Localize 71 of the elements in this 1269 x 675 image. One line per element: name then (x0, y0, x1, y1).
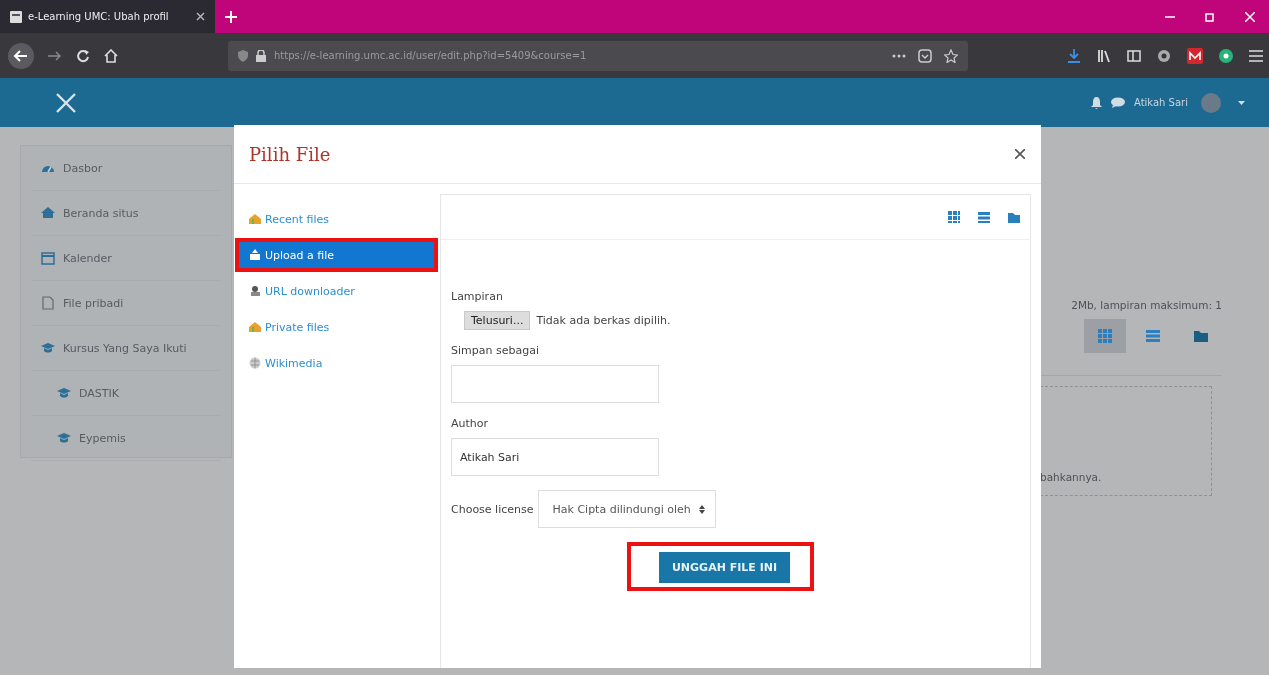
star-icon[interactable] (944, 48, 958, 63)
user-name[interactable]: Atikah Sari (1134, 97, 1188, 108)
repository-item[interactable]: URL downloader (239, 278, 434, 304)
page-icon (10, 10, 22, 23)
plus-icon[interactable] (225, 10, 237, 23)
folder-icon[interactable] (1008, 211, 1020, 223)
extension-icon[interactable] (1187, 47, 1203, 64)
graduation-cap-icon (57, 431, 71, 445)
sidebar-item[interactable]: Kalender (31, 236, 221, 281)
forward-icon[interactable] (48, 49, 62, 62)
url-text: https://e-learning.umc.ac.id/user/edit.php?id=5409&course=1 (274, 50, 588, 61)
dialog-title: Pilih File (249, 143, 331, 165)
repository-item[interactable]: Private files (239, 314, 434, 340)
close-icon[interactable] (1015, 149, 1025, 159)
graduation-cap-icon (41, 341, 55, 355)
sidebar-item[interactable]: Beranda situs (31, 191, 221, 236)
more-icon[interactable] (892, 53, 906, 58)
back-icon[interactable] (8, 42, 34, 69)
folder-icon (1194, 329, 1208, 343)
field-label: Author (451, 417, 490, 430)
folder-house-icon (249, 213, 261, 225)
download-person-icon (249, 285, 261, 297)
shield-icon (238, 49, 248, 62)
repository-item[interactable]: Wikimedia (239, 350, 434, 376)
reload-icon[interactable] (76, 48, 90, 63)
home-icon (41, 206, 55, 220)
browse-button[interactable]: Telusuri... (464, 311, 531, 330)
field-label: Simpan sebagai (451, 344, 540, 357)
pocket-icon[interactable] (918, 48, 932, 63)
lock-icon (256, 49, 266, 62)
address-bar[interactable]: https://e-learning.umc.ac.id/user/edit.php?id=5409&course=1 (228, 40, 968, 71)
chat-icon[interactable] (1111, 97, 1125, 108)
file-status: Tidak ada berkas dipilih. (536, 314, 671, 327)
library-icon[interactable] (1097, 48, 1111, 63)
upload-icon (249, 249, 261, 261)
sidebar-item[interactable]: Dasbor (31, 146, 221, 191)
restore-icon[interactable] (1205, 11, 1215, 22)
field-label: Lampiran (451, 290, 504, 303)
globe-icon (249, 357, 261, 369)
calendar-icon (41, 251, 55, 265)
file-icon (41, 296, 55, 310)
sidebar-item[interactable]: Eypemis (31, 416, 221, 461)
graduation-cap-icon (57, 386, 71, 400)
home-icon[interactable] (104, 48, 118, 63)
sort-arrows-icon (698, 504, 705, 514)
download-icon[interactable] (1067, 48, 1081, 63)
list-icon (1146, 329, 1160, 343)
extension-icon[interactable] (1219, 48, 1233, 63)
menu-icon[interactable] (1249, 49, 1263, 62)
license-dropdown[interactable]: Hak Cipta dilindungi oleh (537, 490, 716, 528)
grid-icon[interactable] (948, 211, 960, 223)
browser-tab[interactable]: e-Learning UMC: Ubah profil (0, 0, 215, 33)
sidebar-item[interactable]: File pribadi (31, 281, 221, 326)
sidebar-item[interactable]: DASTIK (31, 371, 221, 416)
upload-button[interactable]: UNGGAH FILE INI (658, 552, 791, 583)
sidebar-item[interactable]: Kursus Yang Saya Ikuti (31, 326, 221, 371)
input-field[interactable]: Atikah Sari (451, 438, 659, 476)
grid-icon (1098, 329, 1112, 343)
bell-icon[interactable] (1091, 96, 1102, 109)
form-note: 2Mb, lampiran maksimum: 1 (1071, 299, 1222, 311)
tab-title: e-Learning UMC: Ubah profil (28, 11, 170, 22)
sidebar-icon[interactable] (1127, 48, 1141, 63)
field-label: Choose license (451, 502, 534, 516)
caret-icon[interactable] (1238, 100, 1245, 105)
repository-item[interactable]: Recent files (239, 206, 434, 232)
extension-icon[interactable] (1157, 48, 1171, 63)
drop-text: bahkannya. (1040, 471, 1102, 483)
list-icon[interactable] (978, 211, 990, 223)
folder-house-icon (249, 321, 261, 333)
input-field[interactable] (451, 365, 659, 403)
close-icon[interactable] (196, 12, 205, 21)
